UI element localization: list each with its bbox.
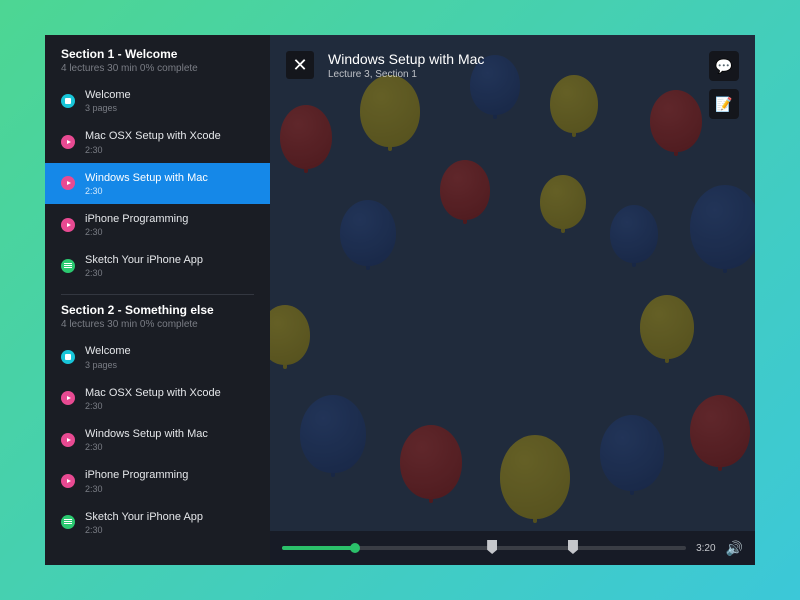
item-sub: 2:30 (85, 401, 254, 411)
item-text: Mac OSX Setup with Xcode 2:30 (85, 129, 254, 154)
notes-button[interactable]: 📝 (709, 89, 739, 119)
doc-icon (61, 350, 75, 364)
title-block: Windows Setup with Mac Lecture 3, Sectio… (328, 51, 695, 80)
item-title: Welcome (85, 88, 254, 102)
topbar: ✕ Windows Setup with Mac Lecture 3, Sect… (270, 35, 755, 119)
item-sub: 2:30 (85, 186, 254, 196)
play-icon (61, 176, 75, 190)
item-title: Sketch Your iPhone App (85, 253, 254, 267)
item-sub: 2:30 (85, 525, 254, 535)
item-sub: 2:30 (85, 484, 254, 494)
time-display: 3:20 (696, 543, 715, 554)
app-window: Section 1 - Welcome 4 lectures 30 min 0%… (45, 35, 755, 565)
lecture-title: Windows Setup with Mac (328, 51, 695, 67)
sidebar-item[interactable]: Sketch Your iPhone App 2:30 (45, 245, 270, 286)
item-sub: 3 pages (85, 360, 254, 370)
lines-icon (61, 259, 75, 273)
play-icon (61, 135, 75, 149)
item-title: iPhone Programming (85, 468, 254, 482)
section-title: Section 2 - Something else (61, 303, 254, 317)
sidebar-item[interactable]: Windows Setup with Mac 2:30 (45, 419, 270, 460)
item-text: Windows Setup with Mac 2:30 (85, 171, 254, 196)
play-icon (61, 433, 75, 447)
item-title: Sketch Your iPhone App (85, 510, 254, 524)
main-panel: ✕ Windows Setup with Mac Lecture 3, Sect… (270, 35, 755, 565)
sidebar-item[interactable]: Mac OSX Setup with Xcode 2:30 (45, 121, 270, 162)
item-text: Mac OSX Setup with Xcode 2:30 (85, 386, 254, 411)
sidebar-item[interactable]: Windows Setup with Mac 2:30 (45, 163, 270, 204)
progress-bar[interactable] (282, 546, 686, 550)
section-meta: 4 lectures 30 min 0% complete (61, 319, 254, 330)
lecture-subtitle: Lecture 3, Section 1 (328, 69, 695, 80)
item-text: Welcome 3 pages (85, 344, 254, 369)
close-button[interactable]: ✕ (286, 51, 314, 79)
close-icon: ✕ (292, 56, 307, 74)
sidebar-item[interactable]: Sketch Your iPhone App 2:30 (45, 502, 270, 543)
play-icon (61, 474, 75, 488)
item-title: iPhone Programming (85, 212, 254, 226)
item-text: Sketch Your iPhone App 2:30 (85, 253, 254, 278)
play-icon (61, 391, 75, 405)
chat-button[interactable]: 💬 (709, 51, 739, 81)
sidebar-item[interactable]: Mac OSX Setup with Xcode 2:30 (45, 378, 270, 419)
chat-icon: 💬 (715, 58, 732, 75)
item-sub: 3 pages (85, 103, 254, 113)
item-text: Windows Setup with Mac 2:30 (85, 427, 254, 452)
item-text: iPhone Programming 2:30 (85, 212, 254, 237)
chapter-marker[interactable] (487, 540, 497, 554)
lines-icon (61, 515, 75, 529)
notes-icon: 📝 (715, 96, 732, 113)
section-header: Section 2 - Something else 4 lectures 30… (45, 303, 270, 336)
item-title: Mac OSX Setup with Xcode (85, 386, 254, 400)
item-title: Windows Setup with Mac (85, 427, 254, 441)
item-sub: 2:30 (85, 268, 254, 278)
item-title: Mac OSX Setup with Xcode (85, 129, 254, 143)
item-title: Welcome (85, 344, 254, 358)
play-icon (61, 218, 75, 232)
sidebar-item[interactable]: iPhone Programming 2:30 (45, 204, 270, 245)
item-sub: 2:30 (85, 227, 254, 237)
item-text: Sketch Your iPhone App 2:30 (85, 510, 254, 535)
progress-thumb[interactable] (350, 543, 360, 553)
item-text: Welcome 3 pages (85, 88, 254, 113)
section-header: Section 1 - Welcome 4 lectures 30 min 0%… (45, 47, 270, 80)
progress-fill (282, 546, 355, 550)
sidebar-item[interactable]: iPhone Programming 2:30 (45, 460, 270, 501)
item-text: iPhone Programming 2:30 (85, 468, 254, 493)
section-divider (61, 294, 254, 295)
section-title: Section 1 - Welcome (61, 47, 254, 61)
volume-icon[interactable]: 🔊 (726, 540, 743, 557)
doc-icon (61, 94, 75, 108)
sidebar-item[interactable]: Welcome 3 pages (45, 336, 270, 377)
sidebar-item[interactable]: Welcome 3 pages (45, 80, 270, 121)
right-icons: 💬 📝 (709, 51, 739, 119)
player-controls: 3:20 🔊 (270, 531, 755, 565)
item-sub: 2:30 (85, 442, 254, 452)
sidebar: Section 1 - Welcome 4 lectures 30 min 0%… (45, 35, 270, 565)
item-sub: 2:30 (85, 145, 254, 155)
item-title: Windows Setup with Mac (85, 171, 254, 185)
section-meta: 4 lectures 30 min 0% complete (61, 63, 254, 74)
chapter-marker[interactable] (568, 540, 578, 554)
